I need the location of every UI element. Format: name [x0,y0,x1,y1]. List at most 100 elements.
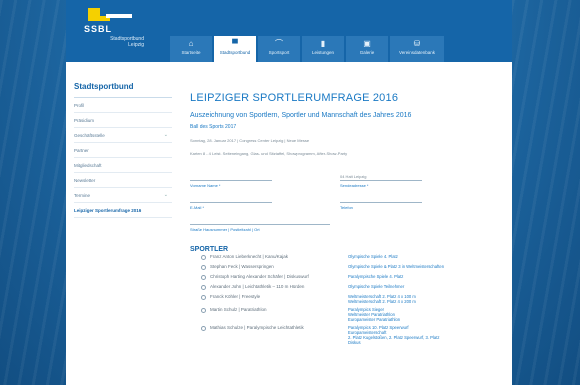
achievement-line: Weltmeisterschaft 2. Platz 4 x 200 m [348,299,416,304]
address-field[interactable]: Straße Hausnummer | Postleitzahl | Ort [190,224,330,232]
chevron-down-icon[interactable]: ⌄ [164,132,168,138]
address-field-label: Straße Hausnummer | Postleitzahl | Ort [190,227,260,232]
achievement-line: Olympische Spiele 4. Platz [348,254,398,259]
location-field-value: 04 Halt Leipzig [340,174,367,179]
survey-form: Vorname Name * 04 Halt Leipzig Sendeadres… [190,166,500,238]
tab-leistungen[interactable]: ▮ Leistungen [302,36,344,62]
sidebar-item-partner[interactable]: Partner [74,143,172,158]
athlete-achievement: Paralympics Sieger Weltmeister Paratriath… [348,307,400,322]
page-title: LEIPZIGER SPORTLERUMFRAGE 2016 [190,92,399,104]
athlete-name: Mathias Schulze | Paralympische Leichtat… [210,325,304,330]
logo-icon: ▀ [232,39,238,48]
athlete-achievement: Paralympische Spiele 4. Platz [348,274,403,279]
athlete-row[interactable]: Alexander John | Leichtathletik – 110 m … [190,284,500,293]
athlete-row[interactable]: Franck Köhler | Freestyle Weltmeisterscha… [190,294,500,306]
athlete-achievement: Paralympics 10. Platz Speerwurf Europamei… [348,325,439,345]
sidebar-item-label: Mitgliedschaft [74,163,102,168]
athlete-name: Franck Köhler | Freestyle [210,294,261,299]
athlete-achievement: Olympische Spiele Teilnehmer [348,284,404,289]
phone-field-label: Telefon [340,205,353,210]
main-nav-tabs: ⌂ Startseite ▀ Stadtsportbund ⌒ Sportsport … [170,36,444,62]
email-field[interactable]: E-Mail * [190,202,272,210]
section-title-sportler: SPORTLER [190,246,229,253]
achievement-line: Paralympische Spiele 4. Platz [348,274,404,279]
ssbl-logo[interactable]: SSBL Stadtsportbund Leipzig [84,8,144,54]
ball-link[interactable]: Ball des Sports 2017 [190,124,500,130]
sidebar-item-label: Geschäftsstelle [74,133,105,138]
athlete-radio[interactable] [201,285,206,290]
tab-label: Sportsport [268,50,290,55]
athlete-radio[interactable] [201,326,206,331]
athlete-row[interactable]: Martin Schulz | Paratriathlon Paralympics… [190,307,500,324]
tab-stadtsportbund[interactable]: ▀ Stadtsportbund [214,36,256,62]
logo-subtitle: Stadtsportbund Leipzig [96,36,144,48]
athlete-name: Stephan Feck | Wasserspringen [210,264,274,269]
athlete-row[interactable]: Christoph Harting Alexander Schäfer | Di… [190,274,500,283]
achievement-line: 2. Platz Kugelstoßen, 2. Platz Speerwurf… [348,335,440,340]
logo-mark-white-bar [106,14,132,18]
site-container: SSBL Stadtsportbund Leipzig ⌂ Startseite … [66,0,512,385]
event-info-line: Karten 8 - 4 Leist. Seiteneingang, Glas-… [190,151,348,156]
athlete-achievement: Olympische Spiele & Platz 3 in Weltmeist… [348,264,444,269]
athlete-name: Martin Schulz | Paratriathlon [210,307,267,312]
database-icon: ⛁ [413,39,421,48]
main-content: LEIPZIGER SPORTLERUMFRAGE 2016 Auszeichn… [178,62,512,385]
tab-startseite[interactable]: ⌂ Startseite [170,36,212,62]
achievement-line: Diskus [348,340,361,345]
tab-label: Galerie [359,50,375,55]
athlete-radio[interactable] [201,255,206,260]
athlete-radio[interactable] [201,265,206,270]
sidebar-item-label: Partner [74,148,89,153]
sidebar-item-geschaeftsstelle[interactable]: Geschäftsstelle ⌄ [74,128,172,143]
sidebar-item-newsletter[interactable]: Newsletter [74,173,172,188]
sidebar-item-label: Leipziger Sportlerumfrage 2016 [74,208,142,213]
whistle-icon: ⌒ [275,39,283,48]
athlete-name: Christoph Harting Alexander Schäfer | Di… [210,274,309,279]
sidebar-item-label: Newsletter [74,178,96,183]
sidebar-item-profil[interactable]: Profil [74,98,172,113]
sidebar: Stadtsportbund Profil Präsidium Geschäft… [66,62,178,385]
page-subtitle: Auszeichnung von Sportlern, Sportler und… [190,112,412,119]
sidebar-item-praesidium[interactable]: Präsidium [74,113,172,128]
sidebar-item-label: Profil [74,103,85,108]
sidebar-item-label: Präsidium [74,118,95,123]
tab-sportsport[interactable]: ⌒ Sportsport [258,36,300,62]
name-field[interactable]: Vorname Name * [190,180,272,188]
achievement-line: Europameister Paratriathlon [348,317,401,322]
athlete-radio[interactable] [201,308,206,313]
sidebar-item-label: Termine [74,193,91,198]
home-icon: ⌂ [188,39,194,48]
event-date-line: Sonntag, 28. Januar 2017 | Congress Cent… [190,138,310,143]
achievement-line: Olympische Spiele Teilnehmer [348,284,405,289]
athlete-name: Franz Anton Lieberknecht | Kanu/Kajak [210,254,288,259]
tab-label: Vereinsdatenbank [398,50,436,55]
site-header: SSBL Stadtsportbund Leipzig ⌂ Startseite … [66,0,512,62]
tab-label: Leistungen [311,50,335,55]
athlete-row[interactable]: Franz Anton Lieberknecht | Kanu/Kajak Oly… [190,254,500,263]
tab-vereinsdatenbank[interactable]: ⛁ Vereinsdatenbank [390,36,444,62]
sidebar-item-termine[interactable]: Termine ⌄ [74,188,172,203]
athlete-row[interactable]: Mathias Schulze | Paralympische Leichtat… [190,325,500,347]
email-field-label: E-Mail * [190,205,205,210]
logo-subtitle-line2: Leipzig [128,42,144,48]
achievement-line: Olympische Spiele & Platz 3 in Weltmeist… [348,264,445,269]
athlete-radio[interactable] [201,295,206,300]
location-field[interactable]: 04 Halt Leipzig Sendeadresse * [340,174,422,188]
sidebar-item-sportlerumfrage[interactable]: Leipziger Sportlerumfrage 2016 [74,203,172,218]
tab-label: Startseite [181,50,201,55]
logo-text: SSBL [84,24,113,34]
tab-galerie[interactable]: ▣ Galerie [346,36,388,62]
sidebar-item-mitgliedschaft[interactable]: Mitgliedschaft [74,158,172,173]
location-field-label: Sendeadresse * [340,183,369,188]
athlete-name: Alexander John | Leichtathletik – 110 m … [210,284,305,289]
athlete-row[interactable]: Stephan Feck | Wasserspringen Olympische … [190,264,500,273]
name-field-label: Vorname Name * [190,183,221,188]
chevron-down-icon[interactable]: ⌄ [164,192,168,198]
phone-field[interactable]: Telefon [340,202,422,210]
sidebar-title: Stadtsportbund [74,76,172,98]
athlete-achievement: Olympische Spiele 4. Platz [348,254,398,259]
document-icon: ▮ [320,39,326,48]
tab-label: Stadtsportbund [219,50,251,55]
athlete-achievement: Weltmeisterschaft 2. Platz 4 x 100 m Welt… [348,294,416,304]
athlete-radio[interactable] [201,275,206,280]
